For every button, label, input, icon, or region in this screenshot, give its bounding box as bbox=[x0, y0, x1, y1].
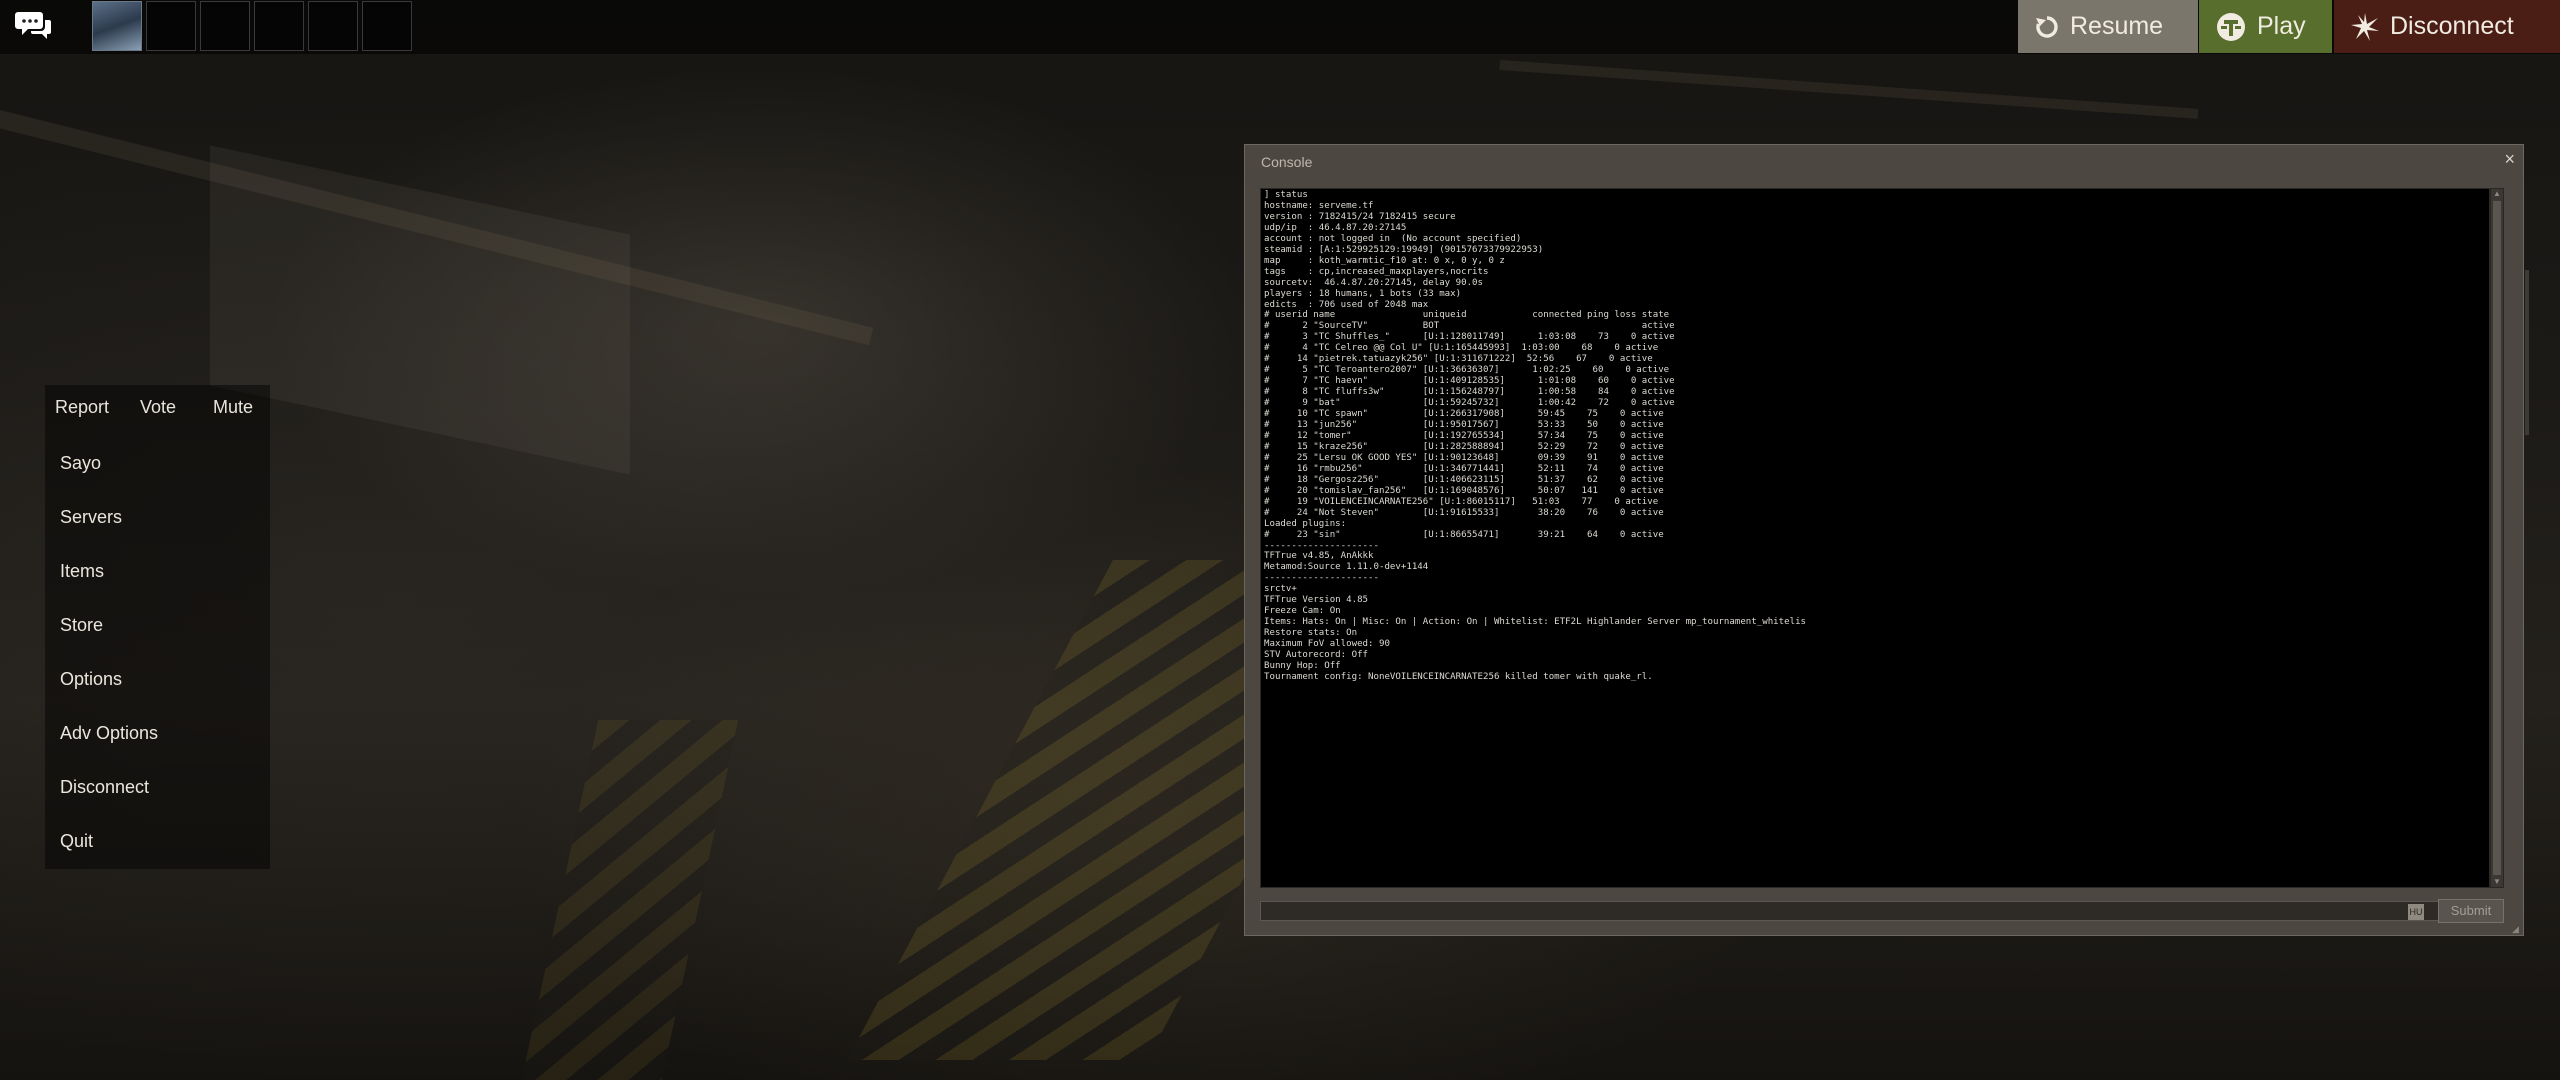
console-window: Console × ] status hostname: serveme.tf … bbox=[1244, 144, 2524, 936]
resume-label: Resume bbox=[2070, 12, 2164, 40]
scroll-down-icon[interactable]: ▼ bbox=[2493, 878, 2501, 886]
console-output[interactable]: ] status hostname: serveme.tf version : … bbox=[1260, 188, 2490, 888]
menu-item-servers[interactable]: Servers bbox=[60, 507, 122, 528]
disconnect-button[interactable]: Disconnect bbox=[2334, 0, 2560, 53]
page-edge-scrollbar bbox=[2525, 270, 2529, 435]
console-scrollbar[interactable]: ▲ ▼ bbox=[2490, 188, 2504, 888]
menu-item-disconnect[interactable]: Disconnect bbox=[60, 777, 149, 798]
scrollbar-thumb[interactable] bbox=[2493, 201, 2501, 875]
disconnect-burst-icon bbox=[2351, 12, 2379, 41]
menu-item-options[interactable]: Options bbox=[60, 669, 122, 690]
scroll-up-icon[interactable]: ▲ bbox=[2493, 190, 2501, 198]
console-input[interactable] bbox=[1260, 901, 2450, 921]
console-text: ] status hostname: serveme.tf version : … bbox=[1264, 190, 1807, 682]
party-slot[interactable] bbox=[308, 1, 358, 51]
player-actions: Report Vote Mute bbox=[45, 397, 270, 437]
menu-item-quit[interactable]: Quit bbox=[60, 831, 93, 852]
disconnect-label: Disconnect bbox=[2390, 12, 2514, 40]
console-title: Console bbox=[1261, 154, 1313, 170]
menu-item-items[interactable]: Items bbox=[60, 561, 104, 582]
party-slot[interactable] bbox=[200, 1, 250, 51]
menu-item-sayo[interactable]: Sayo bbox=[60, 453, 101, 474]
resume-arrow-icon bbox=[2036, 15, 2058, 38]
tf2-logo-icon bbox=[2217, 12, 2245, 41]
language-badge: HU bbox=[2408, 904, 2424, 920]
background-beam bbox=[1499, 60, 2199, 119]
main-menu: Report Vote Mute Sayo Servers Items Stor… bbox=[45, 385, 270, 869]
party-slot[interactable] bbox=[146, 1, 196, 51]
chat-bubbles-icon bbox=[15, 12, 51, 39]
mute-button[interactable]: Mute bbox=[213, 397, 253, 418]
vote-button[interactable]: Vote bbox=[140, 397, 176, 418]
report-button[interactable]: Report bbox=[55, 397, 109, 418]
chat-icon[interactable] bbox=[14, 5, 54, 47]
top-bar: Resume Play Disconnect bbox=[0, 0, 2560, 54]
close-icon[interactable]: × bbox=[2504, 149, 2515, 170]
play-button[interactable]: Play bbox=[2199, 0, 2332, 53]
resize-grip-icon[interactable]: ◢ bbox=[2512, 924, 2522, 934]
party-slot[interactable] bbox=[254, 1, 304, 51]
player-avatar[interactable] bbox=[92, 1, 142, 51]
menu-item-adv-options[interactable]: Adv Options bbox=[60, 723, 158, 744]
hazard-stripes bbox=[521, 720, 739, 1080]
play-label: Play bbox=[2257, 12, 2306, 40]
party-slot[interactable] bbox=[362, 1, 412, 51]
submit-button[interactable]: Submit bbox=[2438, 899, 2504, 923]
resume-button[interactable]: Resume bbox=[2018, 0, 2198, 53]
menu-item-store[interactable]: Store bbox=[60, 615, 103, 636]
